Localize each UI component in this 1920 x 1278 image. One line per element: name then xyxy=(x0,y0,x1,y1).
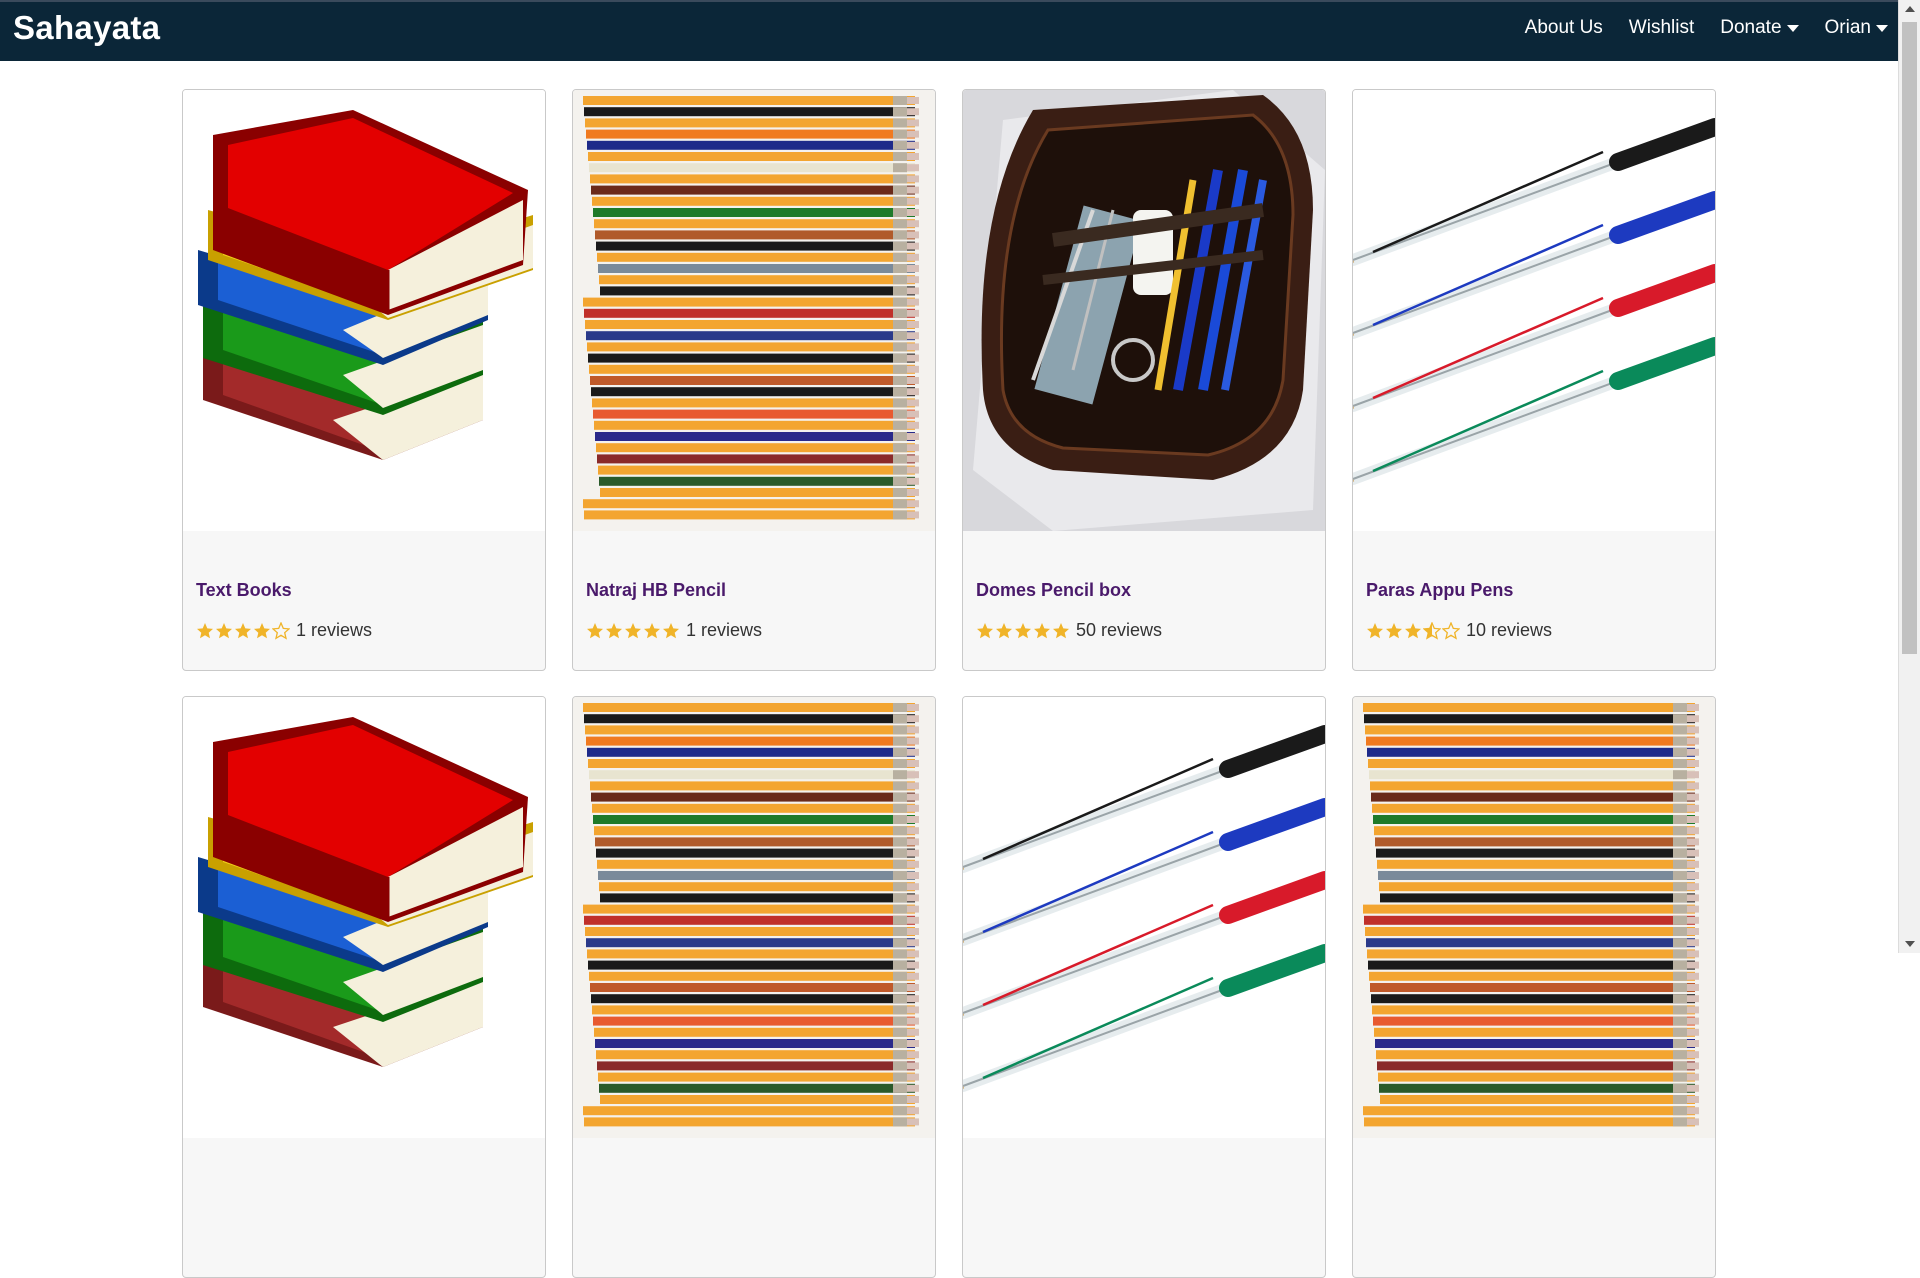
nav-about-us[interactable]: About Us xyxy=(1525,17,1603,39)
star-icon xyxy=(253,622,271,640)
review-count[interactable]: 50 reviews xyxy=(1076,620,1162,641)
caret-down-icon xyxy=(1876,24,1888,32)
star-icon xyxy=(1423,621,1441,640)
star-icon xyxy=(1385,622,1403,640)
product-rating: 1 reviews xyxy=(196,620,372,641)
product-title[interactable]: Paras Appu Pens xyxy=(1366,580,1513,601)
product-card[interactable]: Natraj HB Pencil 1 reviews xyxy=(572,89,936,671)
star-icon xyxy=(215,622,233,640)
product-card[interactable] xyxy=(182,696,546,1278)
nav-donate-label: Donate xyxy=(1720,17,1782,38)
rating-stars xyxy=(586,622,680,640)
books-image[interactable] xyxy=(183,697,545,1138)
rating-stars xyxy=(976,622,1070,640)
caret-down-icon xyxy=(1786,24,1799,32)
rating-stars xyxy=(1366,621,1460,640)
review-count[interactable]: 1 reviews xyxy=(296,620,372,641)
nav-wishlist-label: Wishlist xyxy=(1628,17,1695,38)
product-card[interactable]: Text Books 1 reviews xyxy=(182,89,546,671)
star-icon xyxy=(643,622,661,640)
product-title[interactable]: Natraj HB Pencil xyxy=(586,580,726,601)
star-icon xyxy=(1033,622,1051,640)
nav-wishlist[interactable]: Wishlist xyxy=(1629,17,1694,39)
product-rating: 50 reviews xyxy=(976,620,1162,641)
star-icon xyxy=(995,622,1013,640)
product-card[interactable] xyxy=(962,696,1326,1278)
pencils-image[interactable] xyxy=(1353,697,1715,1138)
product-rating: 10 reviews xyxy=(1366,620,1552,641)
nav-links: About Us Wishlist Donate Orian xyxy=(1525,17,1888,39)
pencil-box-image[interactable] xyxy=(963,90,1325,531)
pencils-image[interactable] xyxy=(573,697,935,1138)
product-card[interactable] xyxy=(572,696,936,1278)
star-icon xyxy=(1404,622,1422,640)
star-icon xyxy=(196,622,214,640)
scroll-up-arrow-icon[interactable] xyxy=(1905,6,1915,12)
rating-stars xyxy=(196,621,290,640)
star-icon xyxy=(234,622,252,640)
scrollbar-thumb[interactable] xyxy=(1902,22,1917,654)
product-card[interactable] xyxy=(1352,696,1716,1278)
star-icon xyxy=(586,622,604,640)
star-icon xyxy=(624,622,642,640)
nav-user-label: Orian xyxy=(1824,17,1871,38)
star-icon xyxy=(1366,622,1384,640)
pencils-image[interactable] xyxy=(573,90,935,531)
star-icon xyxy=(1442,621,1460,640)
nav-about-us-label: About Us xyxy=(1524,17,1603,38)
books-image[interactable] xyxy=(183,90,545,531)
vertical-scrollbar[interactable] xyxy=(1898,0,1920,953)
nav-donate-dropdown[interactable]: Donate xyxy=(1720,17,1799,39)
star-icon xyxy=(976,622,994,640)
star-icon xyxy=(662,622,680,640)
star-icon xyxy=(272,621,290,640)
product-title[interactable]: Domes Pencil box xyxy=(976,580,1131,601)
review-count[interactable]: 10 reviews xyxy=(1466,620,1552,641)
star-icon xyxy=(605,622,623,640)
product-card[interactable]: Domes Pencil box 50 reviews xyxy=(962,89,1326,671)
pens-image[interactable] xyxy=(1353,90,1715,531)
brand-logo[interactable]: Sahayata xyxy=(13,9,160,47)
pens-image[interactable] xyxy=(963,697,1325,1138)
review-count[interactable]: 1 reviews xyxy=(686,620,762,641)
star-icon xyxy=(1052,622,1070,640)
scroll-down-arrow-icon[interactable] xyxy=(1905,941,1915,947)
star-icon xyxy=(1014,622,1032,640)
product-card[interactable]: Paras Appu Pens 10 reviews xyxy=(1352,89,1716,671)
product-rating: 1 reviews xyxy=(586,620,762,641)
product-title[interactable]: Text Books xyxy=(196,580,292,601)
nav-user-dropdown[interactable]: Orian xyxy=(1825,17,1888,39)
navbar: Sahayata About Us Wishlist Donate Orian xyxy=(0,0,1898,61)
